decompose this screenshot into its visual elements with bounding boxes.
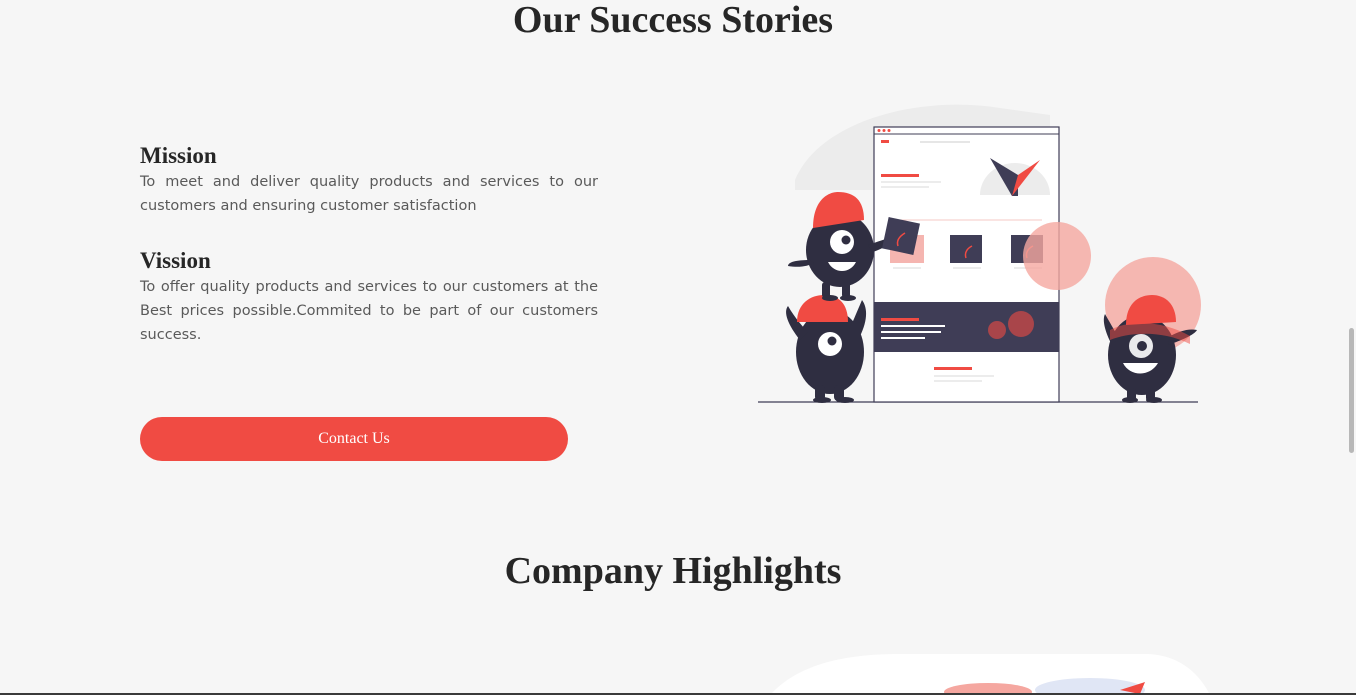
vission-text: To offer quality products and services t… xyxy=(140,279,598,343)
mission-heading: Mission xyxy=(140,143,217,168)
scrollbar[interactable] xyxy=(1346,0,1356,695)
success-stories-title: Our Success Stories xyxy=(512,0,834,41)
contact-us-button[interactable]: Contact Us xyxy=(140,417,568,461)
vission-heading: Vission xyxy=(140,248,211,273)
company-highlights-title: Company Highlights xyxy=(504,550,842,592)
website-building-illustration xyxy=(758,104,1201,403)
highlights-illustration xyxy=(770,654,1210,695)
scrollbar-thumb[interactable] xyxy=(1349,328,1354,453)
mission-text: To meet and deliver quality products and… xyxy=(140,174,598,214)
